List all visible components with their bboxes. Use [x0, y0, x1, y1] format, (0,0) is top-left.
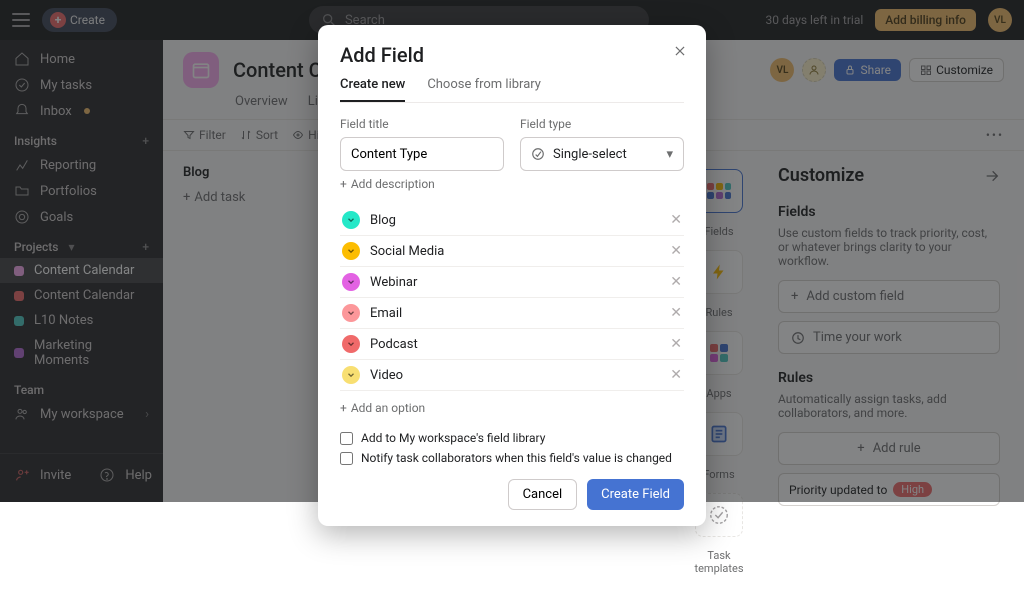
modal-title: Add Field: [340, 43, 684, 67]
option-label: Blog: [370, 213, 660, 228]
remove-option-button[interactable]: ✕: [670, 243, 682, 259]
notify-collaborators-checkbox[interactable]: Notify task collaborators when this fiel…: [340, 451, 684, 465]
close-icon: [673, 44, 687, 58]
close-button[interactable]: [668, 39, 692, 63]
option-color-icon: [342, 242, 360, 260]
chevron-down-icon: [346, 215, 356, 225]
option-label: Video: [370, 368, 660, 383]
add-option-button[interactable]: + Add an option: [340, 401, 684, 415]
modal-tab-library[interactable]: Choose from library: [427, 77, 541, 102]
option-row[interactable]: Email ✕: [340, 298, 684, 329]
field-type-select[interactable]: Single-select ▾: [520, 137, 684, 171]
chevron-down-icon: [346, 246, 356, 256]
add-to-library-checkbox[interactable]: Add to My workspace's field library: [340, 431, 684, 445]
option-label: Podcast: [370, 337, 660, 352]
option-row[interactable]: Social Media ✕: [340, 236, 684, 267]
plus-icon: +: [340, 177, 347, 191]
chevron-down-icon: [346, 277, 356, 287]
option-row[interactable]: Podcast ✕: [340, 329, 684, 360]
option-row[interactable]: Blog ✕: [340, 205, 684, 236]
remove-option-button[interactable]: ✕: [670, 212, 682, 228]
add-description-button[interactable]: + Add description: [340, 177, 684, 191]
remove-option-button[interactable]: ✕: [670, 336, 682, 352]
option-color-icon: [342, 211, 360, 229]
single-select-icon: [531, 147, 545, 161]
field-title-input[interactable]: [340, 137, 504, 171]
field-type-label: Field type: [520, 117, 684, 131]
template-icon: [708, 504, 730, 526]
option-color-icon: [342, 366, 360, 384]
modal-tabs: Create new Choose from library: [340, 77, 684, 103]
chevron-down-icon: [346, 308, 356, 318]
option-list: Blog ✕ Social Media ✕ Webinar ✕ Email ✕ …: [340, 205, 684, 391]
create-field-button[interactable]: Create Field: [587, 479, 684, 510]
option-label: Webinar: [370, 275, 660, 290]
plus-icon: +: [340, 401, 347, 415]
checkbox-input[interactable]: [340, 452, 353, 465]
option-row[interactable]: Video ✕: [340, 360, 684, 391]
chevron-down-icon: ▾: [666, 147, 673, 162]
remove-option-button[interactable]: ✕: [670, 305, 682, 321]
remove-option-button[interactable]: ✕: [670, 274, 682, 290]
option-row[interactable]: Webinar ✕: [340, 267, 684, 298]
option-color-icon: [342, 304, 360, 322]
option-label: Email: [370, 306, 660, 321]
option-color-icon: [342, 335, 360, 353]
option-label: Social Media: [370, 244, 660, 259]
option-color-icon: [342, 273, 360, 291]
chevron-down-icon: [346, 370, 356, 380]
cancel-button[interactable]: Cancel: [508, 479, 578, 510]
remove-option-button[interactable]: ✕: [670, 367, 682, 383]
chevron-down-icon: [346, 339, 356, 349]
checkbox-input[interactable]: [340, 432, 353, 445]
add-field-modal: Add Field Create new Choose from library…: [318, 25, 706, 526]
app-label: Task templates: [684, 549, 754, 575]
modal-tab-create[interactable]: Create new: [340, 77, 405, 102]
field-title-label: Field title: [340, 117, 504, 131]
